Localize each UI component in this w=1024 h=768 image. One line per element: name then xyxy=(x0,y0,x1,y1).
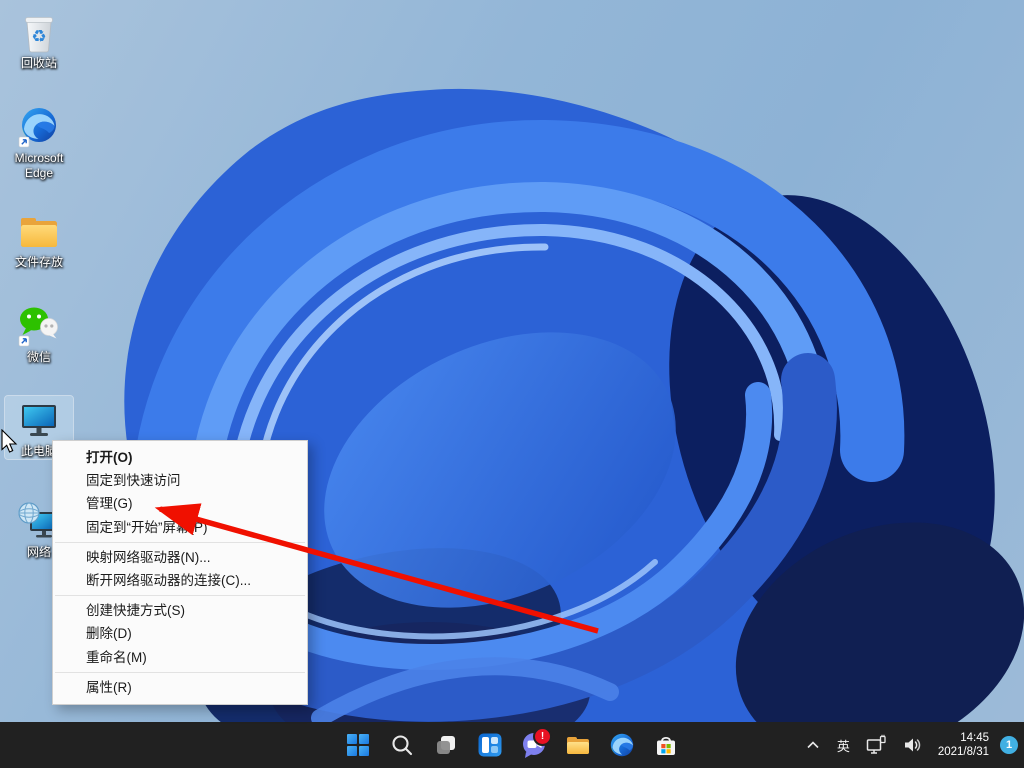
icon-label: 微信 xyxy=(26,350,51,364)
menu-item-pin-quick-access[interactable]: 固定到快速访问 xyxy=(53,469,307,492)
desktop-icon-recycle-bin[interactable]: ♻ 回收站 xyxy=(5,8,73,71)
widgets-button[interactable] xyxy=(470,725,510,765)
menu-item-rename[interactable]: 重命名(M) xyxy=(53,646,307,669)
menu-item-create-shortcut[interactable]: 创建快捷方式(S) xyxy=(53,599,307,622)
menu-item-manage[interactable]: 管理(G) xyxy=(53,492,307,515)
taskbar-clock[interactable]: 14:45 2021/8/31 xyxy=(936,731,991,759)
menu-item-pin-start[interactable]: 固定到“开始”屏幕(P) xyxy=(53,516,307,539)
task-view-icon xyxy=(437,736,455,754)
icon-label: Microsoft Edge xyxy=(14,151,64,180)
store-icon xyxy=(657,736,675,755)
desktop-icon-edge[interactable]: Microsoft Edge xyxy=(5,103,73,181)
file-explorer-button[interactable] xyxy=(558,725,598,765)
icon-label: 回收站 xyxy=(20,56,57,70)
chat-notification-badge: ! xyxy=(533,727,552,746)
search-icon xyxy=(392,735,413,756)
file-explorer-icon xyxy=(567,737,589,754)
system-tray: 英 14:45 2021/8/31 1 xyxy=(801,722,1018,768)
hidden-icons-chevron[interactable] xyxy=(801,728,825,762)
start-button[interactable] xyxy=(338,725,378,765)
edge-icon xyxy=(610,733,634,757)
task-view-button[interactable] xyxy=(426,725,466,765)
network-tray-button[interactable] xyxy=(862,728,890,762)
context-menu: 打开(O) 固定到快速访问 管理(G) 固定到“开始”屏幕(P) 映射网络驱动器… xyxy=(52,440,308,705)
widgets-icon xyxy=(478,733,502,757)
edge-logo-icon xyxy=(17,105,61,149)
chevron-up-icon xyxy=(807,741,819,749)
start-icon xyxy=(347,734,369,756)
menu-separator xyxy=(55,671,305,673)
tray-time: 14:45 xyxy=(960,732,989,744)
menu-item-open[interactable]: 打开(O) xyxy=(53,446,307,469)
speaker-icon xyxy=(904,738,921,752)
desktop-icon-wechat[interactable]: 微信 xyxy=(5,302,73,365)
volume-tray-button[interactable] xyxy=(899,728,927,762)
recycle-bin-icon: ♻ xyxy=(17,10,61,54)
menu-item-delete[interactable]: 删除(D) xyxy=(53,622,307,645)
menu-item-properties[interactable]: 属性(R) xyxy=(53,676,307,699)
wechat-icon xyxy=(17,304,61,348)
ime-language-indicator[interactable]: 英 xyxy=(834,728,853,762)
menu-item-map-network-drive[interactable]: 映射网络驱动器(N)... xyxy=(53,546,307,569)
this-pc-icon xyxy=(17,398,61,442)
ethernet-icon xyxy=(866,734,886,754)
svg-text:♻: ♻ xyxy=(31,27,46,47)
menu-separator xyxy=(55,541,305,543)
edge-button[interactable] xyxy=(602,725,642,765)
tray-date: 2021/8/31 xyxy=(937,746,989,758)
taskbar-center-buttons: ! xyxy=(336,722,688,768)
icon-label: 文件存放 xyxy=(14,255,63,269)
desktop-icon-folder[interactable]: 文件存放 xyxy=(5,207,73,270)
taskbar: ! 英 14:45 2021/8/31 1 xyxy=(0,722,1024,768)
menu-separator xyxy=(55,595,305,597)
folder-icon xyxy=(17,209,61,253)
store-button[interactable] xyxy=(646,725,686,765)
search-button[interactable] xyxy=(382,725,422,765)
chat-button[interactable]: ! xyxy=(514,725,554,765)
menu-item-disconnect-network-drive[interactable]: 断开网络驱动器的连接(C)... xyxy=(53,569,307,592)
notification-count-badge[interactable]: 1 xyxy=(1000,736,1018,754)
